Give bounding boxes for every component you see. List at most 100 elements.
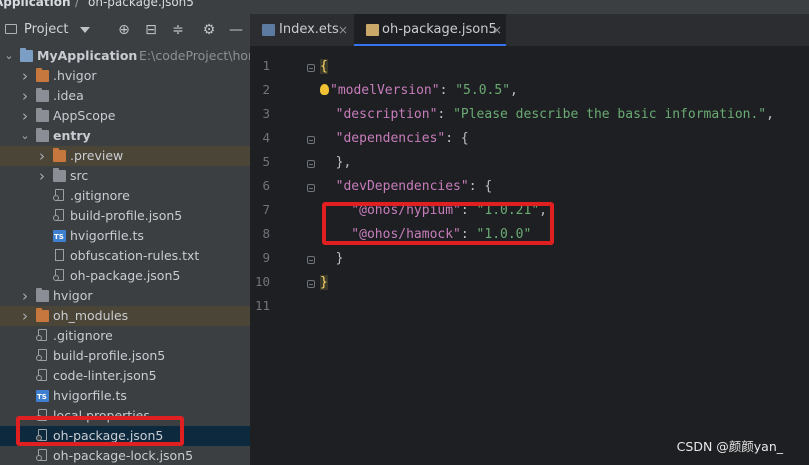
config-file-icon xyxy=(36,449,49,462)
code-line: }, xyxy=(320,153,352,173)
folder-icon xyxy=(36,288,49,302)
project-tree: ⌄ MyApplicationE:\codeProject\horm › .hvigo… xyxy=(0,46,250,465)
code-token: "description" xyxy=(320,107,438,122)
tree-item[interactable]: obfuscation-rules.txt xyxy=(0,246,250,266)
tree-item-label: .hvigor xyxy=(53,68,97,83)
tab-label: Index.ets xyxy=(279,22,339,37)
chevron-down-icon[interactable]: ⌄ xyxy=(4,46,14,66)
code-token: "dependencies" xyxy=(320,131,446,146)
code-line: } xyxy=(320,249,344,269)
tab-label: oh-package.json5 xyxy=(382,22,497,37)
minimize-icon[interactable]: — xyxy=(228,22,244,38)
config-file-icon xyxy=(53,189,66,202)
code-token: : { xyxy=(468,179,493,194)
lightbulb-icon[interactable] xyxy=(320,84,329,95)
watermark: CSDN @颜颜yan_ xyxy=(676,439,783,454)
gear-icon[interactable]: ⚙ xyxy=(201,22,217,38)
breadcrumb-separator: / xyxy=(75,0,80,9)
tree-item-label: obfuscation-rules.txt xyxy=(70,248,200,263)
config-file-icon xyxy=(36,329,49,342)
tab-index-ets[interactable]: Index.ets × xyxy=(250,14,354,46)
chevron-down-icon[interactable]: ⌄ xyxy=(20,126,30,146)
folder-icon xyxy=(36,108,49,122)
tree-item[interactable]: .gitignore xyxy=(0,186,250,206)
chevron-right-icon[interactable]: › xyxy=(20,306,30,326)
tree-item[interactable]: › oh_modules xyxy=(0,306,250,326)
chevron-right-icon[interactable]: › xyxy=(20,66,30,86)
project-view-icon xyxy=(5,24,17,34)
highlight-box-file xyxy=(16,416,184,446)
code-line: "devDependencies": { xyxy=(320,177,493,197)
code-token: : xyxy=(437,107,454,122)
tree-item[interactable]: ⌄ MyApplicationE:\codeProject\horm xyxy=(0,46,250,66)
folder-excluded-icon xyxy=(36,308,49,322)
folder-icon xyxy=(53,168,66,182)
tree-item[interactable]: hvigorfile.ts xyxy=(0,386,250,406)
tree-item[interactable]: ⌄ entry xyxy=(0,126,250,146)
code-token: "Please describe the basic information." xyxy=(453,107,767,122)
close-icon[interactable]: × xyxy=(492,14,502,46)
collapse-all-icon[interactable]: ⊟ xyxy=(143,22,159,38)
tree-item[interactable]: hvigorfile.ts xyxy=(0,226,250,246)
tree-item[interactable]: oh-package.json5 xyxy=(0,266,250,286)
crosshair-icon[interactable]: ⊕ xyxy=(116,22,132,38)
tree-item-label: oh-package-lock.json5 xyxy=(53,448,194,463)
chevron-right-icon[interactable]: › xyxy=(37,166,47,186)
chevron-right-icon[interactable]: › xyxy=(37,146,47,166)
project-toolbar: Project ⊕ ⊟ ≑ ⚙ — xyxy=(0,14,250,46)
tree-item-label: MyApplication xyxy=(37,48,138,63)
tab-oh-package-json5[interactable]: oh-package.json5 × xyxy=(354,14,506,46)
tree-item-label: code-linter.json5 xyxy=(53,368,157,383)
tree-item-label: entry xyxy=(53,128,91,143)
breadcrumb: Application / oh-package.json5 xyxy=(0,0,809,14)
code-line: "modelVersion": "5.0.5", xyxy=(320,81,518,101)
typescript-file-icon xyxy=(36,390,49,402)
chevron-right-icon[interactable]: › xyxy=(20,286,30,306)
project-view-label[interactable]: Project xyxy=(24,22,68,37)
code-area[interactable]: { "modelVersion": "5.0.5", "description":… xyxy=(250,46,809,465)
folder-icon xyxy=(36,88,49,102)
code-token: : xyxy=(439,83,456,98)
tree-item[interactable]: code-linter.json5 xyxy=(0,366,250,386)
highlight-box-dependency xyxy=(322,202,554,245)
tree-item[interactable]: build-profile.json5 xyxy=(0,206,250,226)
tree-item[interactable]: .gitignore xyxy=(0,326,250,346)
tree-item-label: oh-package.json5 xyxy=(70,268,181,283)
tree-item[interactable]: build-profile.json5 xyxy=(0,346,250,366)
json-file-icon xyxy=(366,24,379,36)
tree-item-label: .gitignore xyxy=(53,328,113,343)
chevron-right-icon[interactable]: › xyxy=(20,106,30,126)
config-file-icon xyxy=(53,209,66,222)
tree-item[interactable]: › hvigor xyxy=(0,286,250,306)
folder-excluded-icon xyxy=(53,148,66,162)
project-panel: Project ⊕ ⊟ ≑ ⚙ — ⌄ MyApplication E:\codeP… xyxy=(0,14,250,465)
code-token: , xyxy=(766,107,774,122)
tree-item[interactable]: › AppScope xyxy=(0,106,250,126)
project-path: E:\codeProject\horm xyxy=(139,48,250,63)
folder-icon xyxy=(36,128,49,142)
expand-all-icon[interactable]: ≑ xyxy=(170,22,186,38)
code-token: { xyxy=(320,59,328,74)
close-icon[interactable]: × xyxy=(338,14,348,46)
tree-item[interactable]: › .idea xyxy=(0,86,250,106)
code-token: "devDependencies" xyxy=(320,179,469,194)
chevron-down-icon[interactable] xyxy=(80,27,90,33)
tree-item-label: .gitignore xyxy=(70,188,130,203)
tree-item-label: src xyxy=(70,168,89,183)
typescript-file-icon xyxy=(53,230,66,242)
tree-item[interactable]: › src xyxy=(0,166,250,186)
tree-item[interactable]: oh-package-lock.json5 xyxy=(0,446,250,465)
chevron-right-icon[interactable]: › xyxy=(20,86,30,106)
breadcrumb-project[interactable]: Application xyxy=(0,0,71,9)
folder-excluded-icon xyxy=(36,68,49,82)
tree-item[interactable]: › .hvigor xyxy=(0,66,250,86)
tree-item[interactable]: › .preview xyxy=(0,146,250,166)
module-folder-icon xyxy=(20,48,33,62)
tree-item-label: hvigorfile.ts xyxy=(53,388,127,403)
tree-item-label: oh_modules xyxy=(53,308,129,323)
code-token: } xyxy=(320,251,344,266)
code-token: "modelVersion" xyxy=(330,83,440,98)
text-file-icon xyxy=(53,249,66,262)
breadcrumb-file[interactable]: oh-package.json5 xyxy=(88,0,194,9)
code-line: "dependencies": { xyxy=(320,129,469,149)
